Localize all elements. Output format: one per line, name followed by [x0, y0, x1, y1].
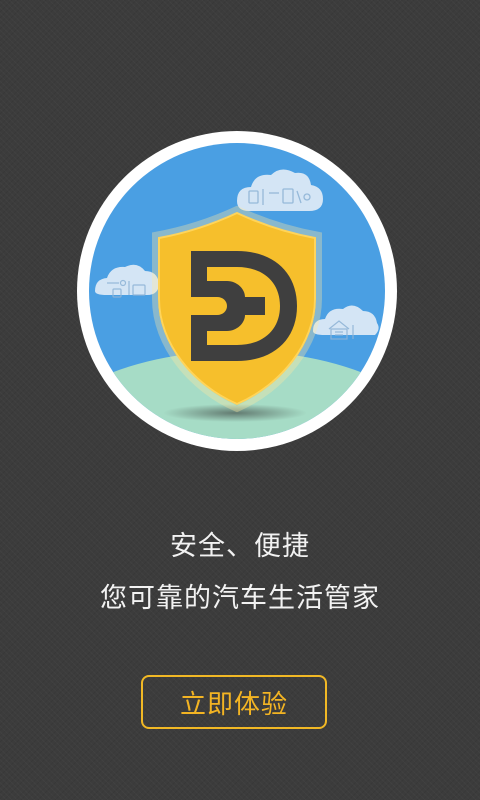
hero-illustration — [77, 131, 397, 451]
hero-logo-svg — [77, 131, 397, 451]
tagline-secondary: 您可靠的汽车生活管家 — [100, 583, 380, 614]
tagline-primary: 安全、便捷 — [170, 531, 310, 562]
try-now-label: 立即体验 — [179, 689, 288, 720]
try-now-button[interactable]: 立即体验 — [141, 675, 327, 729]
